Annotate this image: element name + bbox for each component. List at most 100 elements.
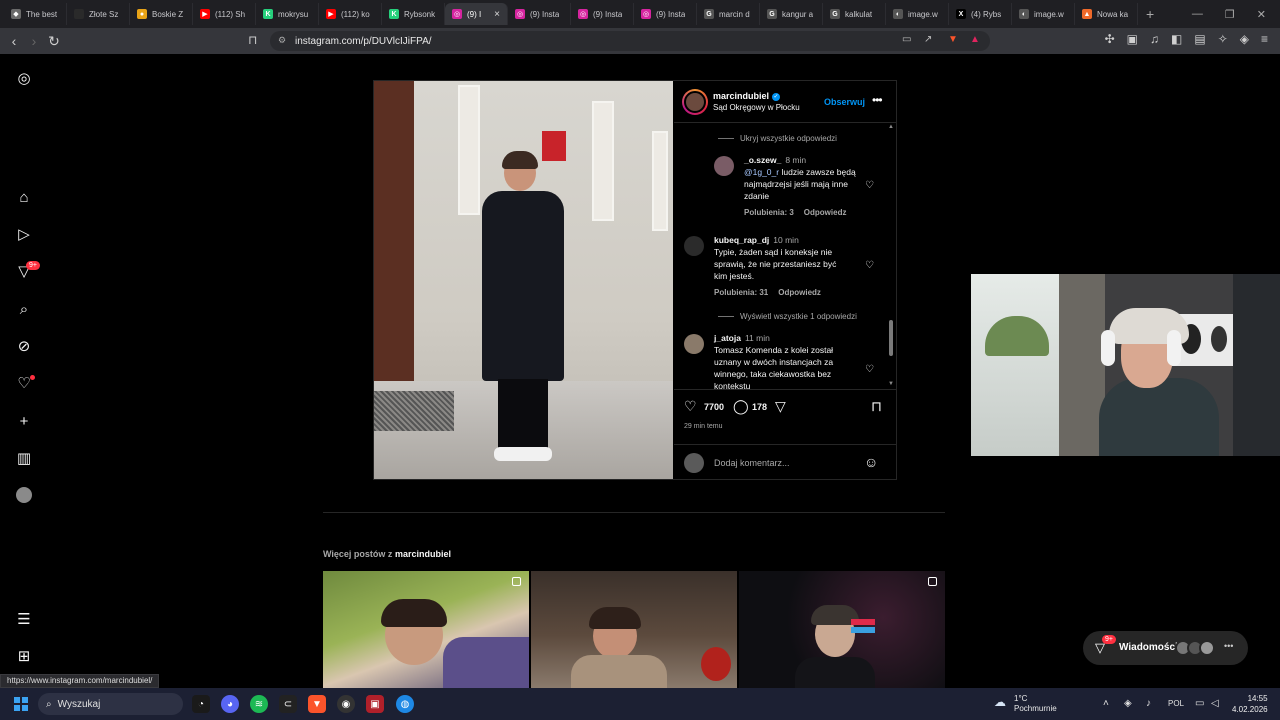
comment-like-heart-icon[interactable]: ♡ — [865, 364, 874, 375]
wallet-icon[interactable]: ▤ — [1194, 32, 1205, 46]
post-location[interactable]: Sąd Okręgowy w Płocku — [713, 103, 800, 112]
tray-app-icon[interactable]: ◈ — [1124, 698, 1132, 709]
brave-shield-icon[interactable]: ▼ — [948, 34, 958, 45]
scrollbar-thumb[interactable] — [889, 320, 893, 356]
comment-like-heart-icon[interactable]: ♡ — [865, 260, 874, 271]
restore-icon[interactable]: ❐ — [1225, 8, 1235, 21]
comment-icon[interactable]: ◯ — [733, 398, 749, 415]
brave-icon[interactable]: ▼ — [308, 695, 326, 713]
more-options-icon[interactable]: ••• — [872, 93, 883, 107]
bookmark-icon[interactable]: ⊓ — [248, 33, 257, 47]
obs-icon[interactable]: ◉ — [337, 695, 355, 713]
menu-icon[interactable]: ≡ — [1261, 32, 1268, 46]
browser-tab[interactable]: ◎ (9) I × — [445, 3, 508, 25]
browser-tab[interactable]: ● Boskie Z — [130, 3, 193, 25]
comment-count[interactable]: 178 — [752, 402, 767, 412]
comment-likes[interactable]: Polubienia: 31 — [714, 288, 768, 297]
more-posts-user-link[interactable]: marcindubiel — [395, 549, 451, 559]
reply-button[interactable]: Odpowiedz — [778, 288, 821, 297]
like-heart-icon[interactable]: ♡ — [684, 398, 697, 415]
close-window-icon[interactable]: ✕ — [1257, 8, 1266, 21]
app-icon[interactable]: ▣ — [366, 695, 384, 713]
create-icon[interactable]: + — [14, 411, 34, 431]
profile-avatar[interactable] — [14, 485, 34, 505]
new-tab-icon[interactable]: + — [1138, 6, 1162, 22]
url-field[interactable]: ⚙ instagram.com/p/DUVlcIJiFPA/ ▭ ↗ ▼ ▲ — [270, 31, 990, 51]
browser-tab[interactable]: ◎ (9) Insta — [508, 3, 571, 25]
browser-tab[interactable]: Gmarcin d — [697, 3, 760, 25]
search-icon[interactable]: ⌕ — [14, 299, 34, 319]
weather-widget[interactable]: ☁ 1°C Pochmurnie — [994, 694, 1057, 714]
browser-tab[interactable]: Gkalkulat — [823, 3, 886, 25]
save-bookmark-icon[interactable]: ⊓ — [871, 398, 882, 415]
browser-tab[interactable]: ◎ (9) Insta — [634, 3, 697, 25]
commenter-avatar[interactable] — [714, 156, 734, 176]
follow-button[interactable]: Obserwuj — [824, 97, 865, 107]
show-replies-button[interactable]: Wyświetl wszystkie 1 odpowiedzi — [718, 312, 857, 321]
share-icon[interactable]: ↗ — [924, 34, 932, 45]
grid-post[interactable] — [739, 571, 945, 688]
browser-tab[interactable]: ◎ (9) Insta — [571, 3, 634, 25]
extensions-icon[interactable]: ✣ — [1105, 32, 1115, 46]
browser-tab[interactable]: ◐ image.w — [1012, 3, 1075, 25]
also-from-meta-icon[interactable]: ⊞ — [14, 646, 34, 666]
browser-tab[interactable]: ▶ (112) ko — [319, 3, 382, 25]
scroll-down-icon[interactable]: ▼ — [888, 381, 894, 387]
app-icon[interactable]: ⊂ — [279, 695, 297, 713]
post-photo[interactable] — [374, 81, 673, 479]
comment-time[interactable]: 10 min — [773, 235, 799, 245]
hide-replies-button[interactable]: Ukryj wszystkie odpowiedzi — [718, 134, 837, 143]
brave-rewards-icon[interactable]: ▲ — [970, 34, 980, 45]
network-icon[interactable]: ▭ — [1195, 698, 1204, 709]
close-tab-icon[interactable]: × — [494, 9, 500, 20]
explore-icon[interactable]: ⊘ — [14, 336, 34, 356]
browser-tab[interactable]: ◆ The best — [4, 3, 67, 25]
tray-expand-icon[interactable]: ˄ — [1103, 698, 1109, 709]
windows-start-icon[interactable] — [14, 697, 28, 711]
home-icon[interactable]: ⌂ — [14, 187, 34, 207]
taskbar-search[interactable]: ⌕ Wyszukaj — [38, 693, 183, 715]
screenshot-icon[interactable]: ▣ — [1127, 32, 1138, 46]
comment-username[interactable]: _o.szew_ — [744, 155, 781, 165]
browser-tab[interactable]: ◐ image.w — [886, 3, 949, 25]
leo-ai-icon[interactable]: ✧ — [1218, 32, 1228, 46]
clock[interactable]: 14:55 4.02.2026 — [1232, 693, 1268, 715]
language-indicator[interactable]: POL — [1168, 699, 1184, 708]
author-username[interactable]: marcindubiel ✓ — [713, 91, 781, 101]
browser-tab[interactable]: ▶ (112) Sh — [193, 3, 256, 25]
reload-icon[interactable]: ↻ — [44, 33, 64, 50]
post-time-ago[interactable]: 29 min temu — [684, 423, 723, 430]
spotify-icon[interactable]: ≋ — [250, 695, 268, 713]
instagram-logo-icon[interactable]: ◎ — [14, 68, 34, 88]
app-icon[interactable]: ◍ — [396, 695, 414, 713]
minimize-icon[interactable]: — — [1192, 8, 1203, 20]
sidebar-icon[interactable]: ◧ — [1171, 32, 1182, 46]
grid-post[interactable] — [323, 571, 529, 688]
volume-icon[interactable]: ◁ — [1211, 698, 1219, 709]
scroll-up-icon[interactable]: ▲ — [888, 124, 894, 130]
reply-button[interactable]: Odpowiedz — [804, 208, 847, 217]
messages-more-icon[interactable]: ••• — [1224, 641, 1233, 651]
music-icon[interactable]: ♫ — [1150, 32, 1159, 46]
forward-icon[interactable]: › — [24, 33, 44, 49]
messages-pill[interactable]: ▽ 9+ Wiadomości ••• — [1083, 631, 1248, 665]
comments-scrollbar[interactable]: ▲ ▼ — [887, 124, 895, 389]
browser-tab[interactable]: K Rybsonk — [382, 3, 445, 25]
emoji-icon[interactable]: ☺ — [864, 454, 878, 470]
browser-tab[interactable]: Gkangur a — [760, 3, 823, 25]
author-avatar[interactable] — [682, 89, 708, 115]
comment-like-heart-icon[interactable]: ♡ — [865, 180, 874, 191]
comment-username[interactable]: kubeq_rap_dj — [714, 235, 769, 245]
browser-tab[interactable]: Kmokrysu — [256, 3, 319, 25]
back-icon[interactable]: ‹ — [4, 33, 24, 49]
browser-tab[interactable]: Złote Sz — [67, 3, 130, 25]
commenter-avatar[interactable] — [684, 236, 704, 256]
app-icon[interactable]: ◔ — [192, 695, 210, 713]
browser-tab[interactable]: X (4) Rybs — [949, 3, 1012, 25]
discord-icon[interactable]: ◕ — [221, 695, 239, 713]
microphone-icon[interactable]: ♪ — [1146, 698, 1151, 709]
reels-icon[interactable]: ▷ — [14, 224, 34, 244]
commenter-avatar[interactable] — [684, 334, 704, 354]
site-info-icon[interactable]: ⚙ — [278, 35, 286, 46]
vpn-icon[interactable]: ◈ — [1240, 32, 1249, 46]
